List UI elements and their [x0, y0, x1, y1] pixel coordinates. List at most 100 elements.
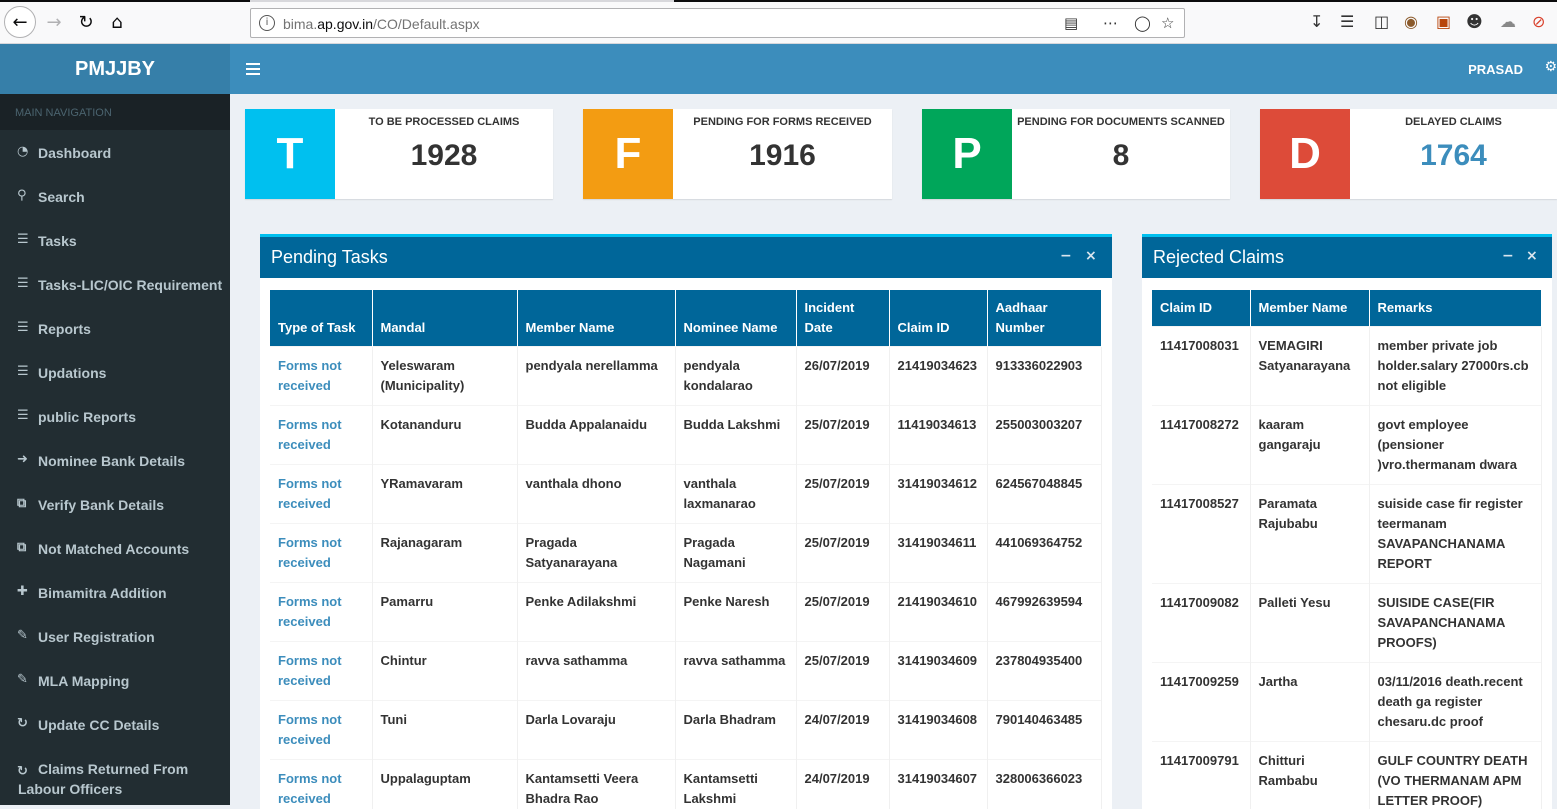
table-cell: 31419034611 [889, 524, 987, 583]
blocker-extension-icon[interactable]: ⊘ [1532, 12, 1545, 31]
sidebar-item-label: Verify Bank Details [38, 497, 164, 513]
close-icon[interactable]: × [1526, 248, 1538, 264]
task-link[interactable]: Forms not received [278, 653, 342, 688]
table-row[interactable]: 11417008272kaaram gangarajugovt employee… [1152, 406, 1541, 485]
stat-box-to-be-processed[interactable]: T TO BE PROCESSED CLAIMS 1928 [245, 109, 553, 199]
sidebar-item-label: Reports [38, 321, 91, 337]
plus-icon: ✚ [17, 584, 33, 599]
bookmark-star-icon[interactable]: ☆ [1161, 14, 1174, 32]
sidebar-item-updations[interactable]: ☰Updations [0, 350, 230, 394]
stat-box-pending-forms[interactable]: F PENDING FOR FORMS RECEIVED 1916 [583, 109, 892, 199]
table-cell: Chintur [372, 642, 517, 701]
sidebar-item-dashboard[interactable]: ◔Dashboard [0, 130, 230, 174]
account-icon[interactable]: ☻ [1466, 12, 1483, 31]
table-row[interactable]: 11417008031VEMAGIRI Satyanarayanamember … [1152, 327, 1541, 406]
table-row[interactable]: Forms not receivedKotananduruBudda Appal… [270, 406, 1101, 465]
sign-in-icon: ➜ [17, 452, 33, 467]
table-cell: Pragada Satyanarayana [517, 524, 675, 583]
address-bar[interactable]: i bima.ap.gov.in/CO/Default.aspx ▤ ⋯ ◯ ☆ [250, 8, 1185, 38]
task-link[interactable]: Forms not received [278, 712, 342, 747]
collapse-icon[interactable]: − [1502, 248, 1514, 264]
column-header: Member Name [517, 290, 675, 347]
table-cell: Pragada Nagamani [675, 524, 796, 583]
home-button[interactable]: ⌂ [103, 8, 131, 36]
page-actions-icon[interactable]: ⋯ [1103, 14, 1118, 32]
table-cell: 441069364752 [987, 524, 1101, 583]
sidebar-item-public-reports[interactable]: ☰public Reports [0, 394, 230, 438]
refresh-icon: ↻ [17, 762, 33, 782]
sidebar-toggle-icon[interactable]: ◫ [1374, 12, 1389, 31]
sidebar-item-tasks[interactable]: ☰Tasks [0, 218, 230, 262]
close-icon[interactable]: × [1085, 248, 1097, 264]
tab-strip-line [0, 0, 1557, 2]
task-link[interactable]: Forms not received [278, 535, 342, 570]
reload-button[interactable]: ↻ [72, 8, 100, 36]
cloud-extension-icon[interactable]: ☁ [1500, 12, 1516, 31]
table-cell: 31419034609 [889, 642, 987, 701]
collapse-icon[interactable]: − [1060, 248, 1072, 264]
table-row[interactable]: Forms not receivedPamarruPenke Adilakshm… [270, 583, 1101, 642]
sidebar-item-bimamitra-addition[interactable]: ✚Bimamitra Addition [0, 570, 230, 614]
menu-toggle-icon[interactable] [246, 63, 260, 75]
sidebar-item-verify-bank-details[interactable]: ⧉Verify Bank Details [0, 482, 230, 526]
user-menu[interactable]: PRASAD [1468, 62, 1523, 77]
table-cell: Budda Appalanaidu [517, 406, 675, 465]
pending-tasks-table: Type of TaskMandalMember NameNominee Nam… [270, 290, 1102, 809]
external-link-icon: ⧉ [17, 540, 33, 555]
table-row[interactable]: Forms not receivedTuniDarla LovarajuDarl… [270, 701, 1101, 760]
sidebar-item-not-matched-accounts[interactable]: ⧉Not Matched Accounts [0, 526, 230, 570]
table-row[interactable]: 11417009791Chitturi RambabuGULF COUNTRY … [1152, 742, 1541, 809]
extension-icon[interactable]: ▣ [1436, 12, 1451, 31]
sidebar-item-reports[interactable]: ☰Reports [0, 306, 230, 350]
table-cell: 25/07/2019 [796, 642, 889, 701]
table-row[interactable]: 11417009082Palleti YesuSUISIDE CASE(FIR … [1152, 584, 1541, 663]
table-row[interactable]: 11417009259Jartha03/11/2016 death.recent… [1152, 663, 1541, 742]
task-link[interactable]: Forms not received [278, 771, 342, 806]
panel-header: Pending Tasks − × [260, 237, 1112, 278]
table-row[interactable]: Forms not receivedYRamavaramvanthala dho… [270, 465, 1101, 524]
table-cell: 11417009082 [1152, 584, 1250, 663]
app-logo[interactable]: PMJJBY [0, 44, 230, 94]
column-header: Aadhaar Number [987, 290, 1101, 347]
library-icon[interactable]: ☰ [1340, 12, 1354, 31]
task-link[interactable]: Forms not received [278, 594, 342, 629]
panel-header: Rejected Claims − × [1142, 237, 1552, 278]
table-cell: 31419034608 [889, 701, 987, 760]
sidebar-item-claims-returned[interactable]: ↻Claims Returned From Labour Officers [0, 746, 230, 790]
task-link[interactable]: Forms not received [278, 417, 342, 452]
list-icon: ☰ [17, 232, 33, 247]
site-info-icon[interactable]: i [259, 15, 275, 31]
sidebar-item-mla-mapping[interactable]: ✎MLA Mapping [0, 658, 230, 702]
table-row[interactable]: Forms not receivedChinturravva sathammar… [270, 642, 1101, 701]
cookie-extension-icon[interactable]: ◉ [1404, 12, 1418, 31]
sidebar-item-user-registration[interactable]: ✎User Registration [0, 614, 230, 658]
table-row[interactable]: Forms not receivedUppalaguptamKantamsett… [270, 760, 1101, 809]
reader-view-icon[interactable]: ▤ [1064, 14, 1078, 32]
task-link[interactable]: Forms not received [278, 476, 342, 511]
table-row[interactable]: 11417008527Paramata Rajubabusuiside case… [1152, 485, 1541, 584]
sidebar-item-search[interactable]: ⚲Search [0, 174, 230, 218]
sidebar-item-label: Update CC Details [38, 717, 159, 733]
table-cell: govt employee (pensioner )vro.thermanam … [1369, 406, 1541, 485]
gear-icon[interactable]: ⚙ [1544, 59, 1557, 75]
stat-box-pending-documents[interactable]: P PENDING FOR DOCUMENTS SCANNED 8 [922, 109, 1230, 199]
table-row[interactable]: Forms not receivedYeleswaram (Municipali… [270, 347, 1101, 406]
sidebar-item-nominee-bank-details[interactable]: ➜Nominee Bank Details [0, 438, 230, 482]
table-cell: Kantamsetti Lakshmi [675, 760, 796, 809]
sidebar-item-update-cc-details[interactable]: ↻Update CC Details [0, 702, 230, 746]
column-header: Incident Date [796, 290, 889, 347]
table-cell: kaaram gangaraju [1250, 406, 1369, 485]
stat-box-delayed-claims[interactable]: D DELAYED CLAIMS 1764 [1260, 109, 1557, 199]
stat-value: 8 [1012, 139, 1230, 173]
task-link[interactable]: Forms not received [278, 358, 342, 393]
table-cell: Chitturi Rambabu [1250, 742, 1369, 809]
forward-button[interactable]: → [40, 8, 68, 36]
downloads-icon[interactable]: ↧ [1310, 12, 1323, 31]
table-cell: 467992639594 [987, 583, 1101, 642]
sidebar-item-tasks-lic-oic[interactable]: ☰Tasks-LIC/OIC Requirement [0, 262, 230, 306]
url-text[interactable]: bima.ap.gov.in/CO/Default.aspx [283, 16, 480, 32]
panel-title: Pending Tasks [271, 247, 388, 267]
pocket-icon[interactable]: ◯ [1134, 14, 1151, 32]
back-button[interactable]: ← [4, 6, 36, 38]
table-row[interactable]: Forms not receivedRajanagaramPragada Sat… [270, 524, 1101, 583]
